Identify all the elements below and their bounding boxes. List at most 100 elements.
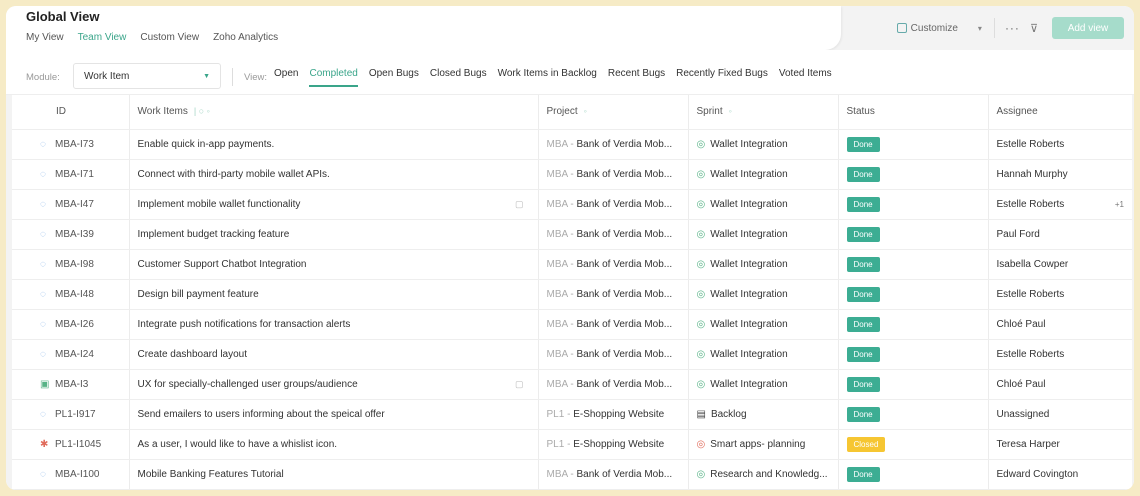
- assignee-cell[interactable]: Teresa Harper: [987, 429, 1132, 460]
- column-header-status[interactable]: Status: [837, 95, 988, 130]
- status-badge[interactable]: Done: [846, 406, 880, 422]
- id-cell[interactable]: ◌ MBA-I98: [12, 249, 129, 280]
- work-item-id[interactable]: MBA-I98: [55, 259, 94, 270]
- id-cell[interactable]: ◌ MBA-I26: [12, 309, 129, 340]
- table-row[interactable]: ◌ MBA-I48 Design bill payment feature MBA -…: [12, 279, 1132, 310]
- project-cell[interactable]: MBA - Bank of Verdia Mob...: [537, 159, 688, 190]
- sprint-name[interactable]: Wallet Integration: [710, 199, 787, 210]
- module-select[interactable]: Work Item ▼: [73, 63, 221, 89]
- work-item-cell[interactable]: Design bill payment feature: [128, 279, 538, 310]
- status-badge[interactable]: Done: [846, 466, 880, 482]
- project-name[interactable]: Bank of Verdia Mob...: [577, 379, 673, 390]
- work-item-title[interactable]: Connect with third-party mobile wallet A…: [138, 169, 330, 180]
- table-row[interactable]: ◌ MBA-I100 Mobile Banking Features Tutoria…: [12, 459, 1132, 490]
- status-cell[interactable]: Done: [837, 309, 988, 340]
- filter-recently-fixed-bugs[interactable]: Recently Fixed Bugs: [676, 68, 768, 87]
- sprint-name[interactable]: Wallet Integration: [710, 259, 787, 270]
- sprint-cell[interactable]: ◎ Wallet Integration: [687, 339, 838, 370]
- project-name[interactable]: E-Shopping Website: [573, 409, 664, 420]
- filter-open-bugs[interactable]: Open Bugs: [369, 68, 419, 87]
- sprint-cell[interactable]: ◎ Wallet Integration: [687, 309, 838, 340]
- status-badge[interactable]: Done: [846, 376, 880, 392]
- column-header-sprint[interactable]: Sprint ◦: [687, 95, 838, 130]
- sprint-cell[interactable]: ◎ Wallet Integration: [687, 369, 838, 400]
- assignee-cell[interactable]: Chloé Paul: [987, 309, 1132, 340]
- assignee-cell[interactable]: Estelle Roberts: [987, 279, 1132, 310]
- project-name[interactable]: Bank of Verdia Mob...: [577, 259, 673, 270]
- id-cell[interactable]: ◌ MBA-I47: [12, 189, 129, 220]
- assignee-name[interactable]: Unassigned: [997, 409, 1050, 420]
- status-badge[interactable]: Done: [846, 136, 880, 152]
- work-item-id[interactable]: PL1-I1045: [55, 439, 101, 450]
- work-item-title[interactable]: Create dashboard layout: [138, 349, 248, 360]
- work-item-title[interactable]: Send emailers to users informing about t…: [138, 409, 385, 420]
- table-row[interactable]: ▣ MBA-I3 UX for specially-challenged user …: [12, 369, 1132, 400]
- table-row[interactable]: ◌ MBA-I71 Connect with third-party mobile …: [12, 159, 1132, 190]
- sprint-cell[interactable]: ◎ Research and Knowledg...: [687, 459, 838, 490]
- filter-completed[interactable]: Completed: [309, 68, 358, 87]
- project-cell[interactable]: PL1 - E-Shopping Website: [537, 399, 688, 430]
- work-item-title[interactable]: Enable quick in-app payments.: [138, 139, 275, 150]
- comment-icon[interactable]: ▢: [515, 379, 524, 390]
- sprint-cell[interactable]: ▤ Backlog: [687, 399, 838, 430]
- work-item-cell[interactable]: Connect with third-party mobile wallet A…: [128, 159, 538, 190]
- status-badge[interactable]: Done: [846, 196, 880, 212]
- work-item-title[interactable]: Implement budget tracking feature: [138, 229, 290, 240]
- search-sort-icon[interactable]: | ○ ◦: [194, 106, 210, 116]
- id-cell[interactable]: ◌ MBA-I39: [12, 219, 129, 250]
- sprint-cell[interactable]: ◎ Smart apps- planning: [687, 429, 838, 460]
- column-header-assignee[interactable]: Assignee: [987, 95, 1132, 130]
- work-item-title[interactable]: Design bill payment feature: [138, 289, 259, 300]
- id-cell[interactable]: ◌ MBA-I48: [12, 279, 129, 310]
- assignee-name[interactable]: Paul Ford: [997, 229, 1040, 240]
- sprint-name[interactable]: Smart apps- planning: [710, 439, 805, 450]
- work-item-title[interactable]: Implement mobile wallet functionality: [138, 199, 301, 210]
- filter-recent-bugs[interactable]: Recent Bugs: [608, 68, 665, 87]
- filter-open[interactable]: Open: [274, 68, 298, 87]
- project-cell[interactable]: MBA - Bank of Verdia Mob...: [537, 249, 688, 280]
- sprint-name[interactable]: Wallet Integration: [710, 139, 787, 150]
- status-badge[interactable]: Closed: [846, 436, 886, 452]
- sprint-name[interactable]: Wallet Integration: [710, 379, 787, 390]
- table-row[interactable]: ◌ MBA-I24 Create dashboard layout MBA - Ban…: [12, 339, 1132, 370]
- work-item-title[interactable]: UX for specially-challenged user groups/…: [138, 379, 358, 390]
- table-row[interactable]: ◌ MBA-I47 Implement mobile wallet function…: [12, 189, 1132, 220]
- id-cell[interactable]: ▣ MBA-I3: [12, 369, 129, 400]
- work-item-cell[interactable]: Customer Support Chatbot Integration: [128, 249, 538, 280]
- project-name[interactable]: Bank of Verdia Mob...: [577, 469, 673, 480]
- customize-button[interactable]: Customize: [891, 16, 964, 40]
- project-name[interactable]: E-Shopping Website: [573, 439, 664, 450]
- status-cell[interactable]: Done: [837, 249, 988, 280]
- sprint-name[interactable]: Research and Knowledg...: [710, 469, 827, 480]
- column-header-project[interactable]: Project ◦: [537, 95, 688, 130]
- column-header-id[interactable]: ID: [12, 95, 129, 130]
- assignee-cell[interactable]: Estelle Roberts: [987, 129, 1132, 160]
- work-item-id[interactable]: MBA-I39: [55, 229, 94, 240]
- filter-voted-items[interactable]: Voted Items: [779, 68, 832, 87]
- status-cell[interactable]: Done: [837, 279, 988, 310]
- project-name[interactable]: Bank of Verdia Mob...: [577, 139, 673, 150]
- column-header-work-items[interactable]: Work Items | ○ ◦: [128, 95, 538, 130]
- work-item-id[interactable]: MBA-I73: [55, 139, 94, 150]
- work-item-cell[interactable]: Implement mobile wallet functionality ▢: [128, 189, 538, 220]
- sprint-cell[interactable]: ◎ Wallet Integration: [687, 219, 838, 250]
- project-cell[interactable]: MBA - Bank of Verdia Mob...: [537, 369, 688, 400]
- id-cell[interactable]: ◌ PL1-I917: [12, 399, 129, 430]
- sprint-cell[interactable]: ◎ Wallet Integration: [687, 249, 838, 280]
- work-item-cell[interactable]: Enable quick in-app payments.: [128, 129, 538, 160]
- assignee-cell[interactable]: Isabella Cowper: [987, 249, 1132, 280]
- project-name[interactable]: Bank of Verdia Mob...: [577, 319, 673, 330]
- work-item-id[interactable]: MBA-I48: [55, 289, 94, 300]
- assignee-name[interactable]: Estelle Roberts: [997, 199, 1065, 210]
- status-cell[interactable]: Done: [837, 339, 988, 370]
- project-name[interactable]: Bank of Verdia Mob...: [577, 229, 673, 240]
- work-item-cell[interactable]: Implement budget tracking feature: [128, 219, 538, 250]
- project-cell[interactable]: MBA - Bank of Verdia Mob...: [537, 189, 688, 220]
- status-badge[interactable]: Done: [846, 256, 880, 272]
- assignee-name[interactable]: Estelle Roberts: [997, 289, 1065, 300]
- filter-work-items-in-backlog[interactable]: Work Items in Backlog: [498, 68, 597, 87]
- sprint-name[interactable]: Wallet Integration: [710, 319, 787, 330]
- sprint-name[interactable]: Wallet Integration: [710, 229, 787, 240]
- sprint-name[interactable]: Wallet Integration: [710, 169, 787, 180]
- work-item-cell[interactable]: Send emailers to users informing about t…: [128, 399, 538, 430]
